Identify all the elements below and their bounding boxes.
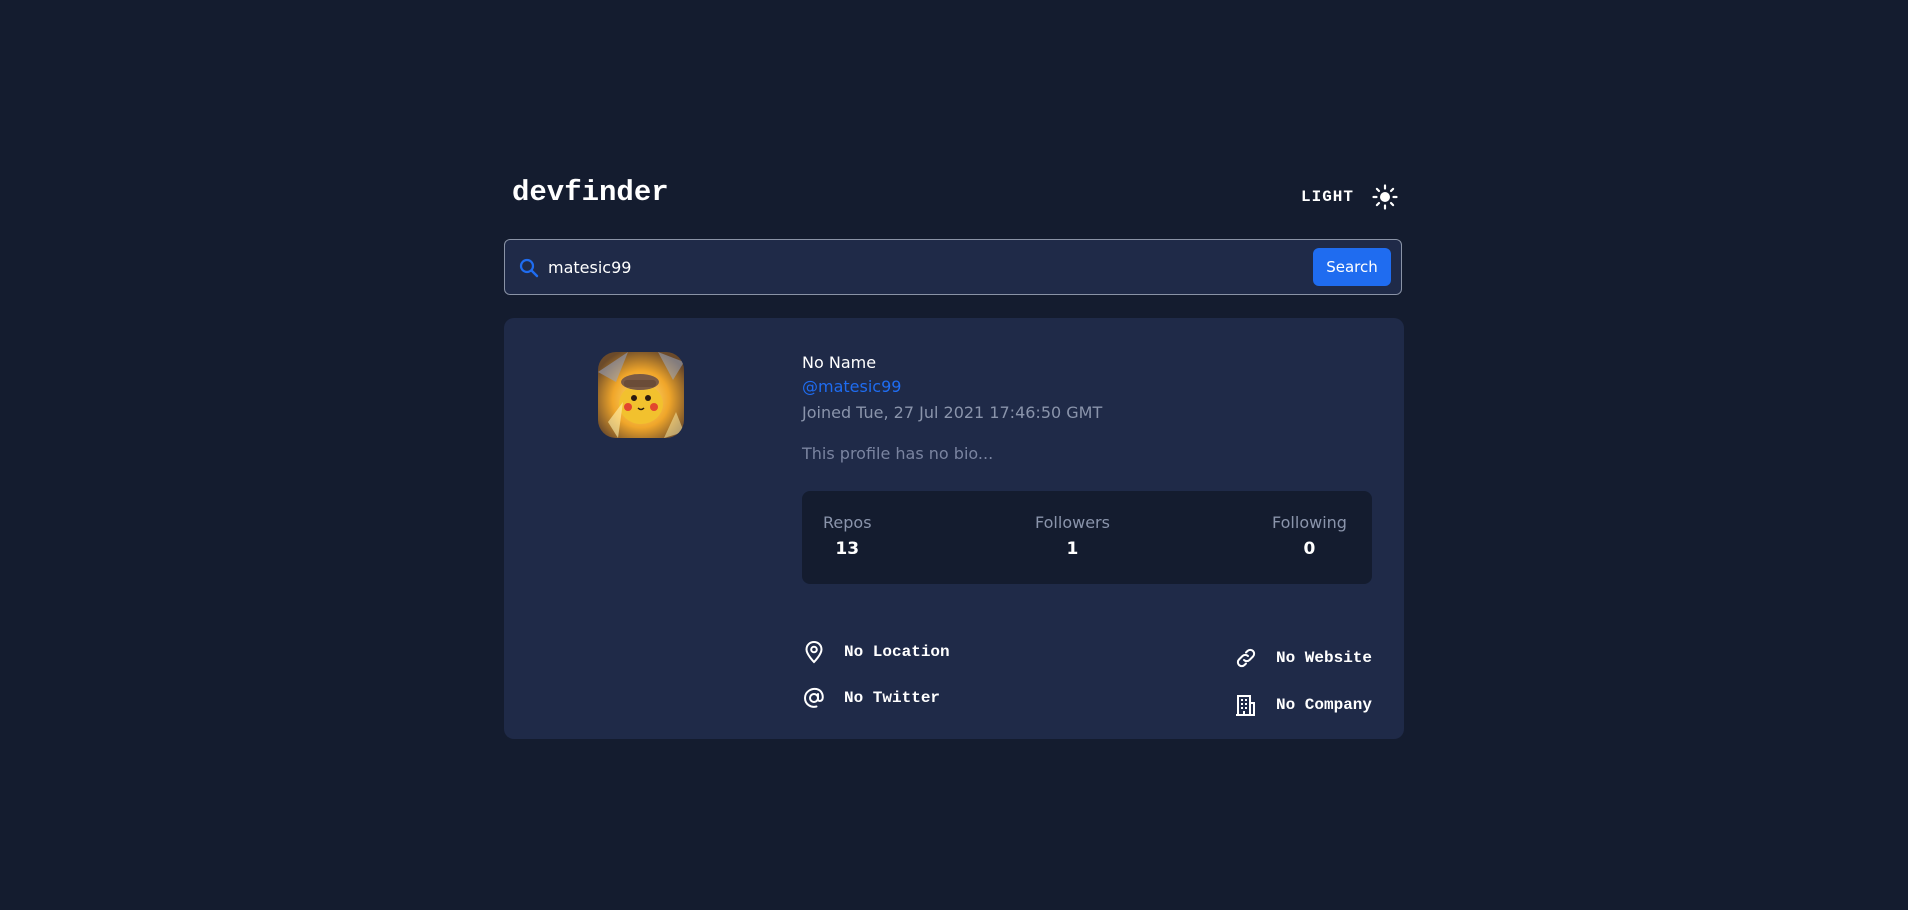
search-button[interactable]: Search: [1313, 248, 1391, 286]
building-icon: [1234, 693, 1258, 717]
profile-joined-date: Joined Tue, 27 Jul 2021 17:46:50 GMT: [802, 403, 1103, 422]
search-bar: Search: [504, 239, 1402, 295]
company-text: No Company: [1275, 696, 1372, 714]
stat-followers-label: Followers: [1035, 513, 1110, 532]
stats-panel: Repos 13 Followers 1 Following 0: [802, 491, 1372, 584]
header: devfinder LIGHT matesic99 Search: [504, 170, 1404, 295]
profile-info: No Name @matesic99 Joined Tue, 27 Jul 20…: [802, 352, 1372, 716]
stat-following: Following 0: [1272, 513, 1347, 559]
website-item: No Website: [1234, 646, 1372, 670]
avatar: [598, 352, 684, 438]
search-icon: [519, 258, 539, 278]
profile-name: No Name: [802, 353, 877, 372]
sun-icon[interactable]: [1372, 184, 1398, 210]
profile-card: No Name @matesic99 Joined Tue, 27 Jul 20…: [504, 318, 1404, 739]
stat-following-value: 0: [1303, 539, 1316, 559]
stat-repos-value: 13: [835, 539, 860, 559]
stat-followers-value: 1: [1066, 539, 1079, 559]
location-pin-icon: [802, 640, 826, 664]
stat-repos-label: Repos: [823, 513, 872, 532]
theme-toggle[interactable]: LIGHT: [1301, 184, 1398, 210]
logo: devfinder: [512, 176, 669, 209]
profile-bio: This profile has no bio...: [802, 444, 994, 463]
website-text: No Website: [1275, 649, 1372, 667]
search-input[interactable]: [548, 253, 1308, 281]
company-item: No Company: [1234, 693, 1372, 717]
profile-login-link[interactable]: @matesic99: [802, 376, 1372, 402]
theme-toggle-label[interactable]: LIGHT: [1301, 188, 1354, 206]
location-text: No Location: [844, 643, 950, 661]
twitter-item: No Twitter: [802, 686, 940, 710]
link-icon: [1234, 646, 1258, 670]
location-item: No Location: [802, 640, 950, 664]
twitter-text: No Twitter: [844, 689, 941, 707]
at-sign-icon: [802, 686, 826, 710]
stat-repos: Repos 13: [823, 513, 872, 559]
stat-following-label: Following: [1272, 513, 1347, 532]
app-container: devfinder LIGHT matesic99 Search No Name…: [504, 170, 1404, 739]
stat-followers: Followers 1: [1035, 513, 1110, 559]
